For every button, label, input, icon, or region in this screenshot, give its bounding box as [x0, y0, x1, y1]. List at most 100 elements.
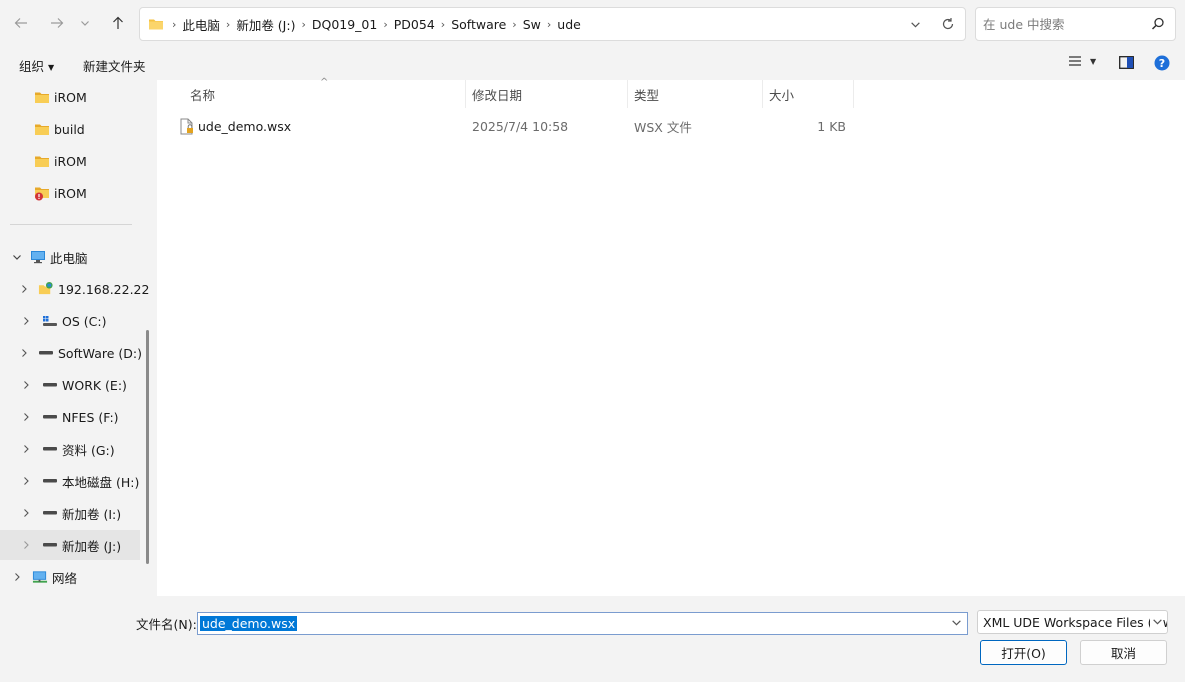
address-bar[interactable]: › 此电脑 › 新加卷 (J:) › DQ019_01 › PD054 › Softwar…: [139, 7, 966, 41]
column-header-name[interactable]: 名称: [184, 80, 466, 108]
file-size-cell: 1 KB: [817, 118, 846, 134]
arrow-up-icon: [113, 16, 123, 29]
chevron-right-icon[interactable]: [19, 540, 33, 550]
new-folder-button[interactable]: 新建文件夹: [83, 56, 146, 75]
search-icon[interactable]: [1151, 17, 1165, 34]
search-box[interactable]: [975, 7, 1176, 41]
command-bar: 组织 ▼ 新建文件夹 ▼ ?: [0, 48, 1185, 80]
nav-item-drive-h[interactable]: 本地磁盘 (H:): [0, 466, 140, 496]
drive-icon: [42, 377, 58, 393]
back-button[interactable]: [10, 12, 32, 34]
help-icon: ?: [1154, 55, 1170, 71]
column-date-label: 修改日期: [472, 87, 523, 103]
chevron-right-icon[interactable]: [19, 444, 33, 454]
preview-pane-icon: [1119, 56, 1134, 69]
file-lock-icon: [179, 118, 195, 135]
chevron-right-icon[interactable]: [19, 316, 33, 326]
folder-icon: [34, 153, 50, 169]
nav-scrollbar[interactable]: [146, 330, 149, 564]
filetype-select[interactable]: XML UDE Workspace Files (*.wsx): [977, 610, 1168, 634]
chevron-right-icon: ›: [512, 17, 517, 31]
breadcrumb-item-pd054[interactable]: › PD054: [377, 8, 434, 40]
arrow-right-icon: [51, 18, 64, 28]
file-type-cell: WSX 文件: [634, 119, 692, 135]
refresh-button[interactable]: [929, 17, 965, 31]
chevron-right-icon[interactable]: [19, 412, 33, 422]
breadcrumb-item-software[interactable]: › Software: [435, 8, 507, 40]
open-button[interactable]: 打开(O): [980, 640, 1067, 665]
column-header-type[interactable]: 类型: [628, 80, 763, 108]
organize-label: 组织: [19, 59, 45, 74]
filetype-value: XML UDE Workspace Files (*.wsx): [983, 614, 1167, 630]
arrow-left-icon: [14, 18, 27, 28]
nav-item-network-drive[interactable]: 192.168.22.22: [0, 274, 149, 304]
filename-value: ude_demo.wsx: [200, 616, 298, 631]
cancel-button[interactable]: 取消: [1080, 640, 1167, 665]
network-drive-icon: [38, 281, 54, 297]
list-view-icon: [1069, 56, 1081, 66]
folder-error-icon: [34, 185, 50, 201]
view-options-button[interactable]: ▼: [1068, 55, 1096, 67]
drive-icon: [42, 537, 58, 553]
table-row[interactable]: ude_demo.wsx 2025/7/4 10:58 WSX 文件 1 KB: [157, 112, 857, 140]
nav-item-irom-2[interactable]: iROM: [0, 146, 140, 176]
nav-item-drive-d[interactable]: SoftWare (D:): [0, 338, 142, 368]
search-input[interactable]: [983, 16, 1143, 32]
forward-button[interactable]: [46, 12, 68, 34]
nav-item-network[interactable]: 网络: [0, 562, 140, 592]
file-name: ude_demo.wsx: [198, 118, 292, 134]
nav-item-drive-f[interactable]: NFES (F:): [0, 402, 140, 432]
preview-pane-button[interactable]: [1119, 56, 1134, 69]
chevron-right-icon[interactable]: [19, 476, 33, 486]
navigation-pane: iROM build iROM iROM 此电脑 192.168.22.22 O…: [0, 80, 152, 596]
network-icon: [32, 569, 48, 585]
windows-drive-icon: [42, 313, 58, 329]
column-header-size[interactable]: 大小: [763, 80, 854, 108]
chevron-right-icon[interactable]: [19, 348, 29, 358]
chevron-right-icon: ›: [225, 17, 231, 31]
nav-item-drive-g[interactable]: 资料 (G:): [0, 434, 140, 464]
breadcrumb: › 此电脑 › 新加卷 (J:) › DQ019_01 › PD054 › Softwar…: [140, 8, 901, 40]
filename-label: 文件名(N):: [136, 617, 197, 632]
caret-down-icon: ▼: [48, 63, 55, 72]
nav-item-irom-1[interactable]: iROM: [0, 82, 140, 112]
help-button[interactable]: ?: [1154, 55, 1170, 71]
nav-item-this-pc[interactable]: 此电脑: [0, 242, 140, 272]
breadcrumb-item-drive-j[interactable]: › 新加卷 (J:): [220, 8, 296, 40]
drive-icon: [42, 409, 58, 425]
refresh-icon: [942, 18, 953, 30]
svg-text:?: ?: [1159, 57, 1165, 70]
chevron-down-icon: [81, 21, 89, 26]
chevron-down-icon[interactable]: [10, 252, 24, 262]
nav-item-drive-j[interactable]: 新加卷 (J:): [0, 530, 140, 560]
chevron-down-icon: [1150, 615, 1163, 630]
computer-icon: [30, 249, 46, 265]
chevron-down-icon[interactable]: [951, 616, 962, 631]
drive-icon: [38, 345, 54, 361]
breadcrumb-item-this-pc[interactable]: › 此电脑: [166, 8, 220, 40]
chevron-right-icon: ›: [440, 17, 446, 31]
chevron-right-icon[interactable]: [19, 380, 33, 390]
folder-icon: [148, 17, 164, 31]
file-list: ^ 名称 修改日期 类型 大小 ude_demo.wsx 2025/7/4 10…: [157, 77, 1185, 596]
nav-item-build[interactable]: build: [0, 114, 140, 144]
column-header-date[interactable]: 修改日期: [466, 80, 628, 108]
chevron-right-icon[interactable]: [10, 572, 24, 582]
chevron-down-icon: [910, 21, 920, 28]
nav-item-drive-c[interactable]: OS (C:): [0, 306, 140, 336]
nav-item-drive-e[interactable]: WORK (E:): [0, 370, 140, 400]
breadcrumb-item-sw[interactable]: › Sw: [506, 8, 541, 40]
drive-icon: [42, 505, 58, 521]
nav-item-drive-i[interactable]: 新加卷 (I:): [0, 498, 140, 528]
address-history-button[interactable]: [901, 19, 929, 30]
nav-item-irom-3[interactable]: iROM: [0, 178, 140, 208]
recent-locations-button[interactable]: [76, 12, 94, 34]
breadcrumb-item-dq019[interactable]: › DQ019_01: [295, 8, 377, 40]
filename-input[interactable]: ude_demo.wsx: [197, 612, 968, 635]
breadcrumb-item-ude[interactable]: › ude: [541, 8, 581, 40]
nav-divider: [10, 224, 132, 225]
up-button[interactable]: [107, 12, 129, 34]
chevron-right-icon[interactable]: [19, 284, 29, 294]
organize-button[interactable]: 组织 ▼: [19, 56, 54, 75]
chevron-right-icon[interactable]: [19, 508, 33, 518]
